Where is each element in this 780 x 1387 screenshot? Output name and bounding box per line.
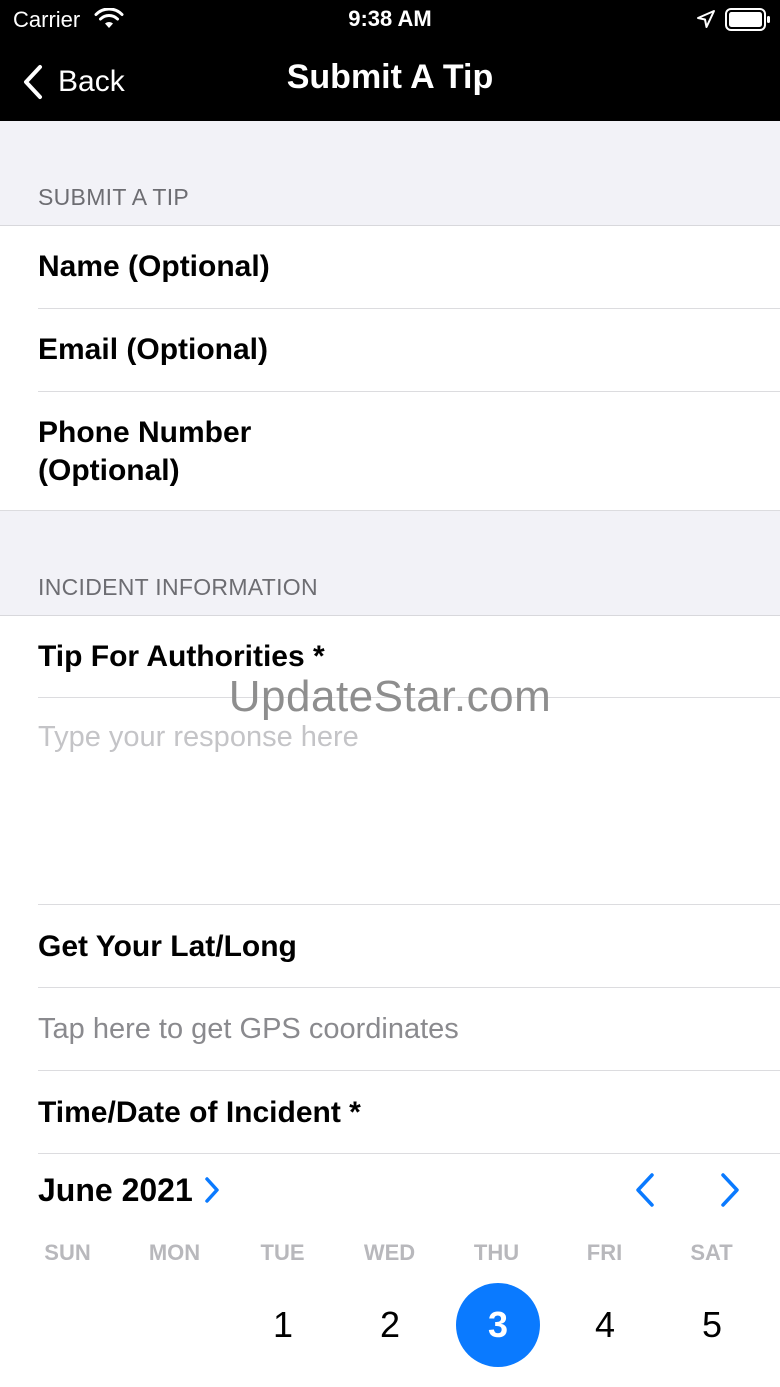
top-bar: Carrier 9:38 AM Back Submit A Tip <box>0 0 780 121</box>
weekday-label: WED <box>363 1240 416 1265</box>
chevron-right-icon[interactable] <box>204 1176 220 1204</box>
tip-field-label: Tip For Authorities * <box>38 640 325 673</box>
status-time: 9:38 AM <box>348 6 432 31</box>
calendar-day[interactable]: 4 <box>563 1283 647 1367</box>
weekday-label: TUE <box>260 1240 305 1265</box>
name-field[interactable]: Name (Optional) <box>0 226 780 309</box>
page-title: Submit A Tip <box>286 58 494 96</box>
section-header-incident-label: INCIDENT INFORMATION <box>38 574 318 600</box>
latlong-label: Get Your Lat/Long <box>38 930 297 963</box>
phone-field-label-line2: (Optional) <box>38 454 180 487</box>
calendar-day[interactable]: 5 <box>670 1283 754 1367</box>
calendar-day[interactable]: 1 <box>241 1283 325 1367</box>
next-month-icon[interactable] <box>715 1172 745 1208</box>
status-bar: Carrier 9:38 AM <box>0 0 780 40</box>
gps-hint: Tap here to get GPS coordinates <box>38 1013 459 1045</box>
calendar-header: June 2021 <box>0 1154 780 1226</box>
weekday-label: SAT <box>690 1240 733 1265</box>
month-year-button[interactable]: June 2021 <box>38 1172 193 1209</box>
previous-month-icon[interactable] <box>630 1172 660 1208</box>
weekday-label: SUN <box>44 1240 91 1265</box>
section-header-contact: SUBMIT A TIP <box>0 121 780 226</box>
datetime-label-row: Time/Date of Incident * <box>0 1071 780 1154</box>
weekday-label: THU <box>473 1240 520 1265</box>
tip-textarea[interactable]: Type your response here <box>0 698 780 905</box>
name-field-label: Name (Optional) <box>38 250 270 283</box>
email-field-label: Email (Optional) <box>38 333 269 366</box>
gps-button[interactable]: Tap here to get GPS coordinates <box>0 988 780 1071</box>
phone-field-label-line1: Phone Number <box>38 416 252 449</box>
weekday-label: FRI <box>586 1240 623 1265</box>
phone-field[interactable]: Phone Number (Optional) <box>0 392 780 511</box>
calendar-day-selected[interactable]: 3 <box>456 1283 540 1367</box>
navigation-bar: Back Submit A Tip <box>0 40 780 121</box>
section-header-contact-label: SUBMIT A TIP <box>38 184 190 210</box>
battery-icon <box>725 8 770 31</box>
weekday-label: MON <box>148 1240 201 1265</box>
tip-placeholder: Type your response here <box>38 721 359 753</box>
section-header-incident: INCIDENT INFORMATION <box>0 511 780 616</box>
location-arrow-icon <box>697 10 715 28</box>
calendar-day[interactable]: 2 <box>348 1283 432 1367</box>
watermark: UpdateStar.com <box>228 672 552 721</box>
datetime-label: Time/Date of Incident * <box>38 1096 361 1129</box>
email-field[interactable]: Email (Optional) <box>0 309 780 392</box>
latlong-label-row: Get Your Lat/Long <box>0 905 780 988</box>
